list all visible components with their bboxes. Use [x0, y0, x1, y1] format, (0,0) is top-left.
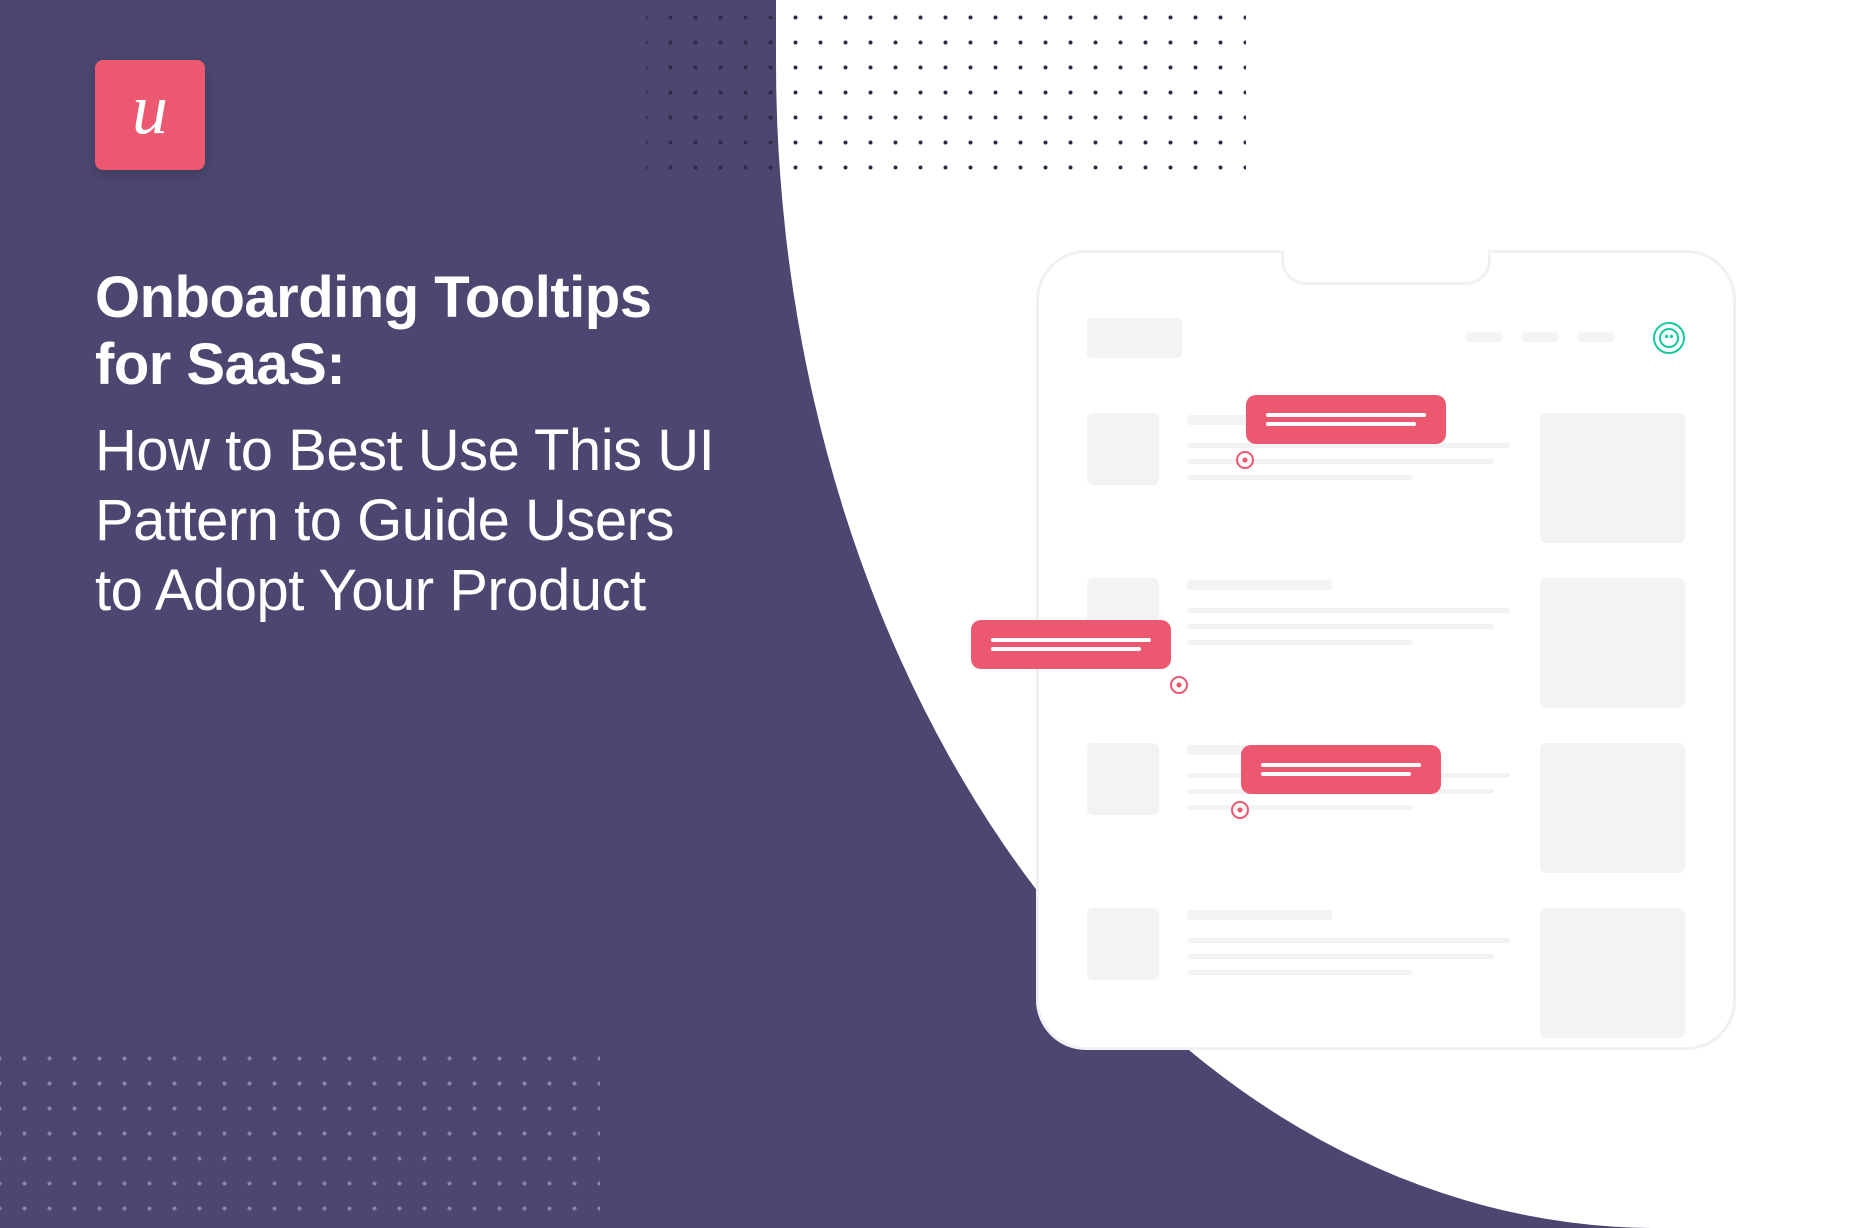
- device-notch: [1281, 250, 1491, 285]
- tooltip-bubble: [1246, 395, 1446, 444]
- device-mockup: [1036, 250, 1736, 1050]
- brand-logo-letter: u: [132, 73, 168, 145]
- hotspot-icon: [1231, 801, 1249, 819]
- mock-side-image: [1540, 413, 1685, 543]
- mock-text-lines: [1187, 580, 1510, 656]
- dot-grid-bottom-left: [0, 1053, 600, 1228]
- headline-block: Onboarding Tooltips for SaaS: How to Bes…: [95, 265, 715, 625]
- mock-thumbnail: [1087, 413, 1159, 485]
- mock-list-row: [1087, 908, 1685, 1038]
- mock-thumbnail: [1087, 908, 1159, 980]
- headline-top: Onboarding Tooltips for SaaS:: [95, 265, 715, 398]
- mock-header: [1087, 318, 1685, 358]
- mock-nav-placeholder: [1465, 332, 1615, 342]
- tooltip-bubble: [1241, 745, 1441, 794]
- brand-logo: u: [95, 60, 205, 170]
- smiley-avatar-icon: [1653, 322, 1685, 354]
- mock-text-lines: [1187, 910, 1510, 986]
- mock-side-image: [1540, 578, 1685, 708]
- promo-card: u Onboarding Tooltips for SaaS: How to B…: [0, 0, 1876, 1228]
- headline-bottom: How to Best Use This UI Pattern to Guide…: [95, 416, 715, 625]
- tooltip-bubble: [971, 620, 1171, 669]
- dot-grid-top-right: [646, 0, 1246, 175]
- mock-side-image: [1540, 743, 1685, 873]
- hotspot-icon: [1236, 451, 1254, 469]
- mock-thumbnail: [1087, 743, 1159, 815]
- hotspot-icon: [1170, 676, 1188, 694]
- mock-side-image: [1540, 908, 1685, 1038]
- mock-logo-placeholder: [1087, 318, 1182, 358]
